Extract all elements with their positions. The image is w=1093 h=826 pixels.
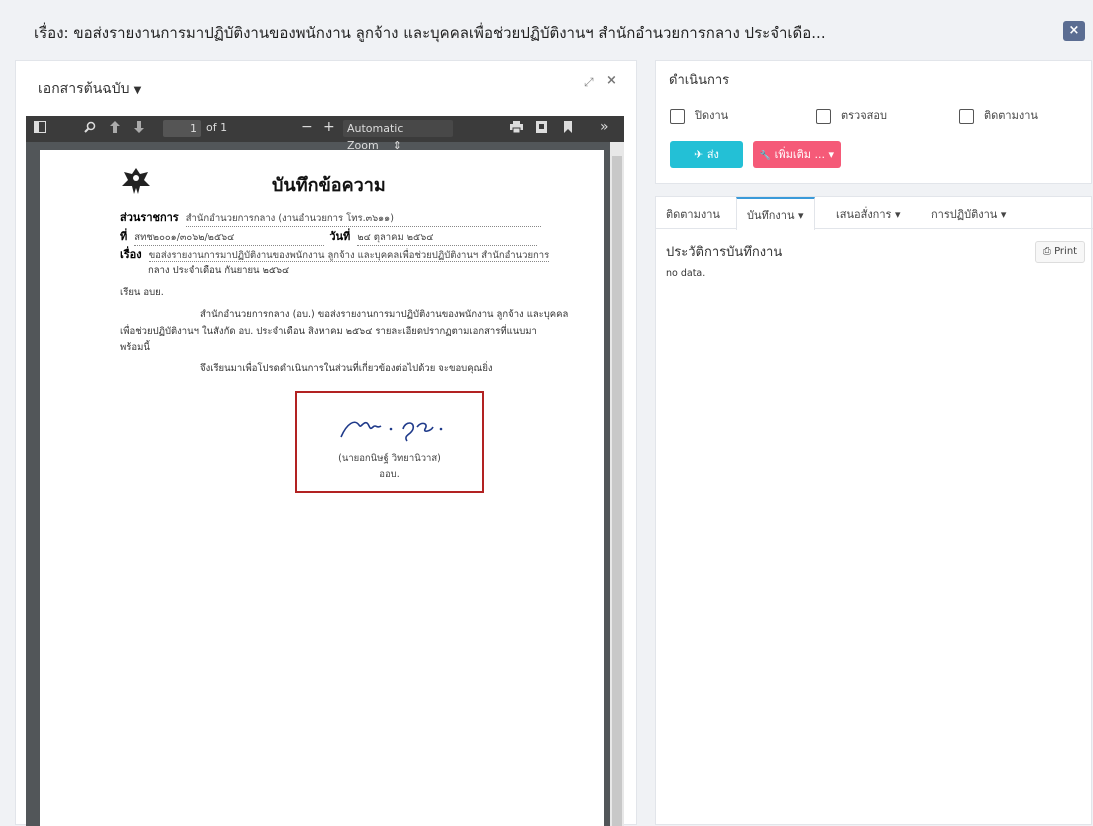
original-document-panel: เอกสารต้นฉบับ ▼ ⤢ × 1 of 1 − + Automatic … [15, 60, 637, 826]
sidebar-toggle-icon[interactable] [34, 121, 46, 136]
zoom-select[interactable]: Automatic Zoom ⇕ [343, 120, 453, 152]
reference-line: ที่ สทช๒๐๐๑/๓๐๖๒/๒๕๖๔ วันที่ ๒๔ ตุลาคม ๒… [120, 227, 538, 246]
task-record-panel: ติดตามงาน บันทึกงาน ▾ เสนอสั่งการ ▾ การป… [655, 196, 1093, 825]
tab-bar: ติดตามงาน บันทึกงาน ▾ เสนอสั่งการ ▾ การป… [656, 197, 1093, 230]
scrollbar[interactable] [610, 142, 624, 826]
more-actions-label: เพิ่มเติม ... [774, 148, 826, 161]
print-icon: ⎙ [1042, 246, 1051, 257]
expand-icon[interactable]: ⤢ [584, 75, 594, 90]
previous-page-icon[interactable] [110, 121, 120, 136]
follow-up-label: ติดตามงาน [984, 109, 1038, 122]
empty-state: no data. [666, 268, 706, 279]
signature-box: (นายอกนิษฐ์ วิทยานิวาส) ออบ. [295, 391, 484, 493]
subject-value: ขอส่งรายงานการมาปฏิบัติงานของพนักงาน ลูก… [148, 250, 550, 262]
subject-line-2: กลาง ประจำเดือน กันยายน ๒๕๖๔ [148, 265, 290, 276]
download-icon[interactable] [536, 121, 547, 136]
send-label: ส่ง [706, 148, 719, 161]
page-number-input[interactable]: 1 [163, 120, 201, 137]
print-button[interactable]: ⎙ Print [1035, 241, 1085, 263]
close-task-checkbox[interactable]: ปิดงาน [670, 106, 728, 124]
more-tools-button[interactable]: » [600, 119, 609, 135]
checkbox-box[interactable] [959, 108, 974, 124]
caret-down-icon: ▾ [1000, 208, 1007, 221]
close-modal-button[interactable]: × [1063, 21, 1085, 41]
print-icon[interactable] [510, 121, 523, 136]
search-icon[interactable] [84, 121, 96, 136]
checkbox-box[interactable] [816, 108, 831, 124]
body-line-4: จึงเรียนมาเพื่อโปรดดำเนินการในส่วนที่เกี… [200, 363, 493, 374]
body-line-2: เพื่อช่วยปฏิบัติงานฯ ในสังกัด อบ. ประจำเ… [120, 326, 537, 337]
caret-down-icon: ▾ [894, 208, 901, 221]
tab-record-label: บันทึกงาน [747, 209, 795, 222]
follow-up-checkbox[interactable]: ติดตามงาน [959, 106, 1038, 124]
send-icon: ✈ [694, 148, 704, 161]
pdf-viewer: 1 of 1 − + Automatic Zoom ⇕ » บันทึกข้อคว… [26, 116, 624, 826]
tab-practice-label: การปฏิบัติงาน [931, 208, 998, 221]
header-bar: เรื่อง: ขอส่งรายงานการมาปฏิบัติงานของพนั… [0, 0, 1093, 58]
zoom-in-button[interactable]: + [323, 119, 335, 135]
review-label: ตรวจสอบ [841, 109, 887, 122]
next-page-icon[interactable] [134, 121, 144, 136]
caret-down-icon: ▼ [133, 85, 142, 96]
date-value: ๒๔ ตุลาคม ๒๕๖๔ [357, 230, 538, 246]
signer-position: ออบ. [379, 469, 400, 480]
salutation: เรียน อบย. [120, 287, 164, 298]
print-label: Print [1054, 246, 1078, 257]
review-checkbox[interactable]: ตรวจสอบ [816, 106, 887, 124]
scrollbar-thumb[interactable] [612, 156, 622, 826]
page-title: เรื่อง: ขอส่งรายงานการมาปฏิบัติงานของพนั… [34, 24, 826, 42]
tab-follow-up[interactable]: ติดตามงาน [666, 197, 720, 229]
close-icon[interactable]: × [606, 73, 617, 88]
send-button[interactable]: ✈ ส่ง [670, 141, 743, 168]
agency-label: ส่วนราชการ [120, 211, 179, 224]
pdf-toolbar: 1 of 1 − + Automatic Zoom ⇕ » [26, 116, 624, 152]
agency-line: ส่วนราชการ สำนักอำนวยการกลาง (งานอำนวยกา… [120, 208, 541, 227]
wrench-icon: 🔧 [759, 151, 772, 161]
history-title: ประวัติการบันทึกงาน [666, 245, 783, 260]
signature-image [340, 421, 443, 442]
document-selector-label: เอกสารต้นฉบับ [38, 81, 130, 97]
subject-line: เรื่อง ขอส่งรายงานการมาปฏิบัติงานของพนัก… [120, 245, 550, 263]
zoom-out-button[interactable]: − [301, 119, 313, 135]
bookmark-icon[interactable] [564, 121, 572, 136]
garuda-emblem [122, 168, 150, 194]
checkbox-box[interactable] [670, 108, 685, 124]
caret-down-icon: ▾ [797, 209, 804, 222]
more-actions-button[interactable]: 🔧 เพิ่มเติม ... ▾ [753, 141, 841, 168]
tab-practice[interactable]: การปฏิบัติงาน ▾ [931, 197, 1006, 229]
actions-panel: ดำเนินการ ปิดงาน ตรวจสอบ ติดตามงาน ✈ ส่ง… [655, 60, 1092, 184]
document-heading: บันทึกข้อความ [272, 175, 386, 196]
reference-value: สทช๒๐๐๑/๓๐๖๒/๒๕๖๔ [134, 230, 325, 246]
page-total: of 1 [206, 121, 228, 134]
body-line-1: สำนักอำนวยการกลาง (อบ.) ขอส่งรายงานการมา… [200, 309, 569, 320]
caret-down-icon: ▾ [828, 148, 835, 161]
subject-label: เรื่อง [120, 248, 142, 261]
pdf-page: บันทึกข้อความ ส่วนราชการ สำนักอำนวยการกล… [40, 150, 604, 826]
body-line-3: พร้อมนี้ [120, 342, 150, 353]
signer-name: (นายอกนิษฐ์ วิทยานิวาส) [338, 453, 441, 464]
actions-title: ดำเนินการ [669, 73, 730, 88]
tab-propose-label: เสนอสั่งการ [836, 208, 892, 221]
close-task-label: ปิดงาน [695, 109, 729, 122]
tab-record[interactable]: บันทึกงาน ▾ [736, 197, 815, 230]
reference-label: ที่ [120, 230, 128, 243]
date-label: วันที่ [329, 230, 351, 243]
document-selector[interactable]: เอกสารต้นฉบับ ▼ [38, 78, 141, 100]
agency-value: สำนักอำนวยการกลาง (งานอำนวยการ โทร.๓๖๑๑) [185, 211, 541, 227]
tab-propose[interactable]: เสนอสั่งการ ▾ [836, 197, 900, 229]
